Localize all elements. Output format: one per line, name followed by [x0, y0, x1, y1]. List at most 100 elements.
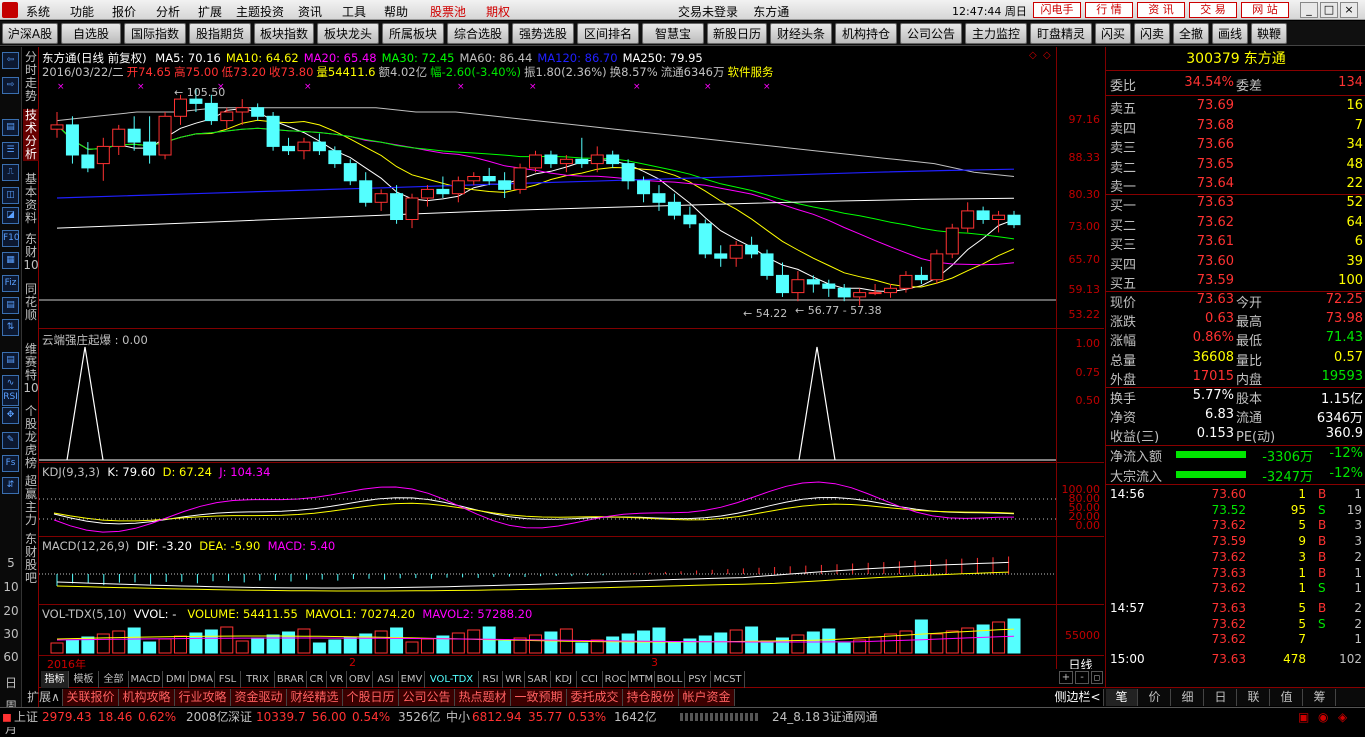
tool-icon[interactable]: ✥ [2, 407, 19, 424]
side-tab[interactable]: 东财10 [23, 233, 39, 272]
feature-tab[interactable]: 公司公告 [399, 689, 455, 706]
quote-tab[interactable]: 细 [1172, 689, 1204, 706]
ask-row[interactable]: 卖三 73.66 34 [1106, 137, 1365, 157]
feature-tab[interactable]: 一致预期 [511, 689, 567, 706]
top-button[interactable]: 交 易 [1189, 2, 1237, 18]
bid-row[interactable]: 买三 73.61 6 [1106, 234, 1365, 254]
side-tab[interactable]: 同花顺 [23, 283, 39, 322]
toolbar-button[interactable]: 自选股 [61, 23, 121, 44]
tool-icon[interactable]: ⇅ [2, 319, 19, 336]
side-tab[interactable]: 个股龙虎榜 [23, 405, 39, 470]
ask-row[interactable]: 卖五 73.69 16 [1106, 98, 1365, 118]
toolbar-button[interactable]: 全撤 [1173, 23, 1209, 44]
feature-tab[interactable]: 持仓股份 [623, 689, 679, 706]
toolbar-button[interactable]: 主力监控 [965, 23, 1027, 44]
period-shortcut[interactable]: 20 [2, 604, 20, 618]
tool-icon[interactable]: ▤ [2, 119, 19, 136]
quote-tab[interactable]: 联 [1238, 689, 1270, 706]
tool-icon[interactable]: ▦ [2, 252, 19, 269]
tool-icon[interactable]: ✎ [2, 432, 19, 449]
feature-tab[interactable]: 个股日历 [343, 689, 399, 706]
indicator-tab[interactable]: MCST [711, 671, 745, 688]
quote-tab[interactable]: 日 [1205, 689, 1237, 706]
feature-tab[interactable]: 扩展∧ [25, 689, 63, 706]
indicator-tab[interactable]: SAR [525, 671, 551, 688]
menu-item[interactable]: 系统 [26, 3, 50, 20]
tool-icon[interactable]: ◪ [2, 207, 19, 224]
tool-icon[interactable]: ⇵ [2, 477, 19, 494]
maximize-icon[interactable]: □ [1320, 2, 1338, 18]
menu-item[interactable]: 主题投资 [236, 3, 284, 20]
toolbar-button[interactable]: 智慧宝 [642, 23, 704, 44]
indicator-tab[interactable]: CR [307, 671, 327, 688]
tool-icon[interactable]: ⇦ [2, 52, 19, 69]
tray-icon[interactable]: ◈ [1338, 708, 1347, 727]
indicator-panel-1[interactable]: 云端强庄起爆 : 0.00 1.00 0.75 0.50 [39, 329, 1104, 463]
feature-tab[interactable]: 委托成交 [567, 689, 623, 706]
tool-icon[interactable]: RSI [2, 389, 19, 406]
toolbar-button[interactable]: 股指期货 [189, 23, 251, 44]
minimize-icon[interactable]: _ [1300, 2, 1318, 18]
menu-item-red[interactable]: 期权 [486, 3, 510, 20]
bid-row[interactable]: 买四 73.60 39 [1106, 254, 1365, 274]
indicator-tab[interactable]: PSY [685, 671, 711, 688]
toolbar-button[interactable]: 新股日历 [707, 23, 767, 44]
toolbar-button[interactable]: 盯盘精灵 [1030, 23, 1092, 44]
menu-item[interactable]: 扩展 [198, 3, 222, 20]
tray-icon[interactable]: ◉ [1318, 708, 1328, 727]
period-label[interactable]: 日线 [1056, 656, 1104, 672]
kline-panel[interactable]: × × × × × × × × × ← 105.50 ← 54.22 ← 56.77 - 57.38 … [39, 47, 1104, 329]
feature-tab[interactable]: 资金驱动 [231, 689, 287, 706]
close-icon[interactable]: × [1340, 2, 1358, 18]
indicator-tab[interactable]: BOLL [655, 671, 685, 688]
tool-icon[interactable]: ▤ [2, 352, 19, 369]
diamond-icon-2[interactable]: ◇ [1043, 50, 1051, 61]
menu-item[interactable]: 工具 [342, 3, 366, 20]
indicator-tab[interactable]: VOL-TDX [425, 671, 479, 688]
toolbar-button[interactable]: 强势选股 [512, 23, 574, 44]
feature-tab[interactable]: 关联报价 [63, 689, 119, 706]
feature-tab[interactable]: 热点题材 [455, 689, 511, 706]
indicator-tab[interactable]: WR [503, 671, 525, 688]
indicator-tab[interactable]: MTM [629, 671, 655, 688]
toolbar-button[interactable]: 闪卖 [1134, 23, 1170, 44]
feature-tab[interactable]: 机构攻略 [119, 689, 175, 706]
menu-item[interactable]: 资讯 [298, 3, 322, 20]
ask-row[interactable]: 卖四 73.68 7 [1106, 118, 1365, 138]
quote-tab[interactable]: 值 [1271, 689, 1303, 706]
feature-tab[interactable]: 财经精选 [287, 689, 343, 706]
side-tab[interactable]: 技术分析 [23, 109, 39, 161]
indicator-tab[interactable]: OBV [347, 671, 373, 688]
toolbar-button[interactable]: 国际指数 [124, 23, 186, 44]
tool-icon[interactable]: Fiz [2, 275, 19, 292]
side-tab[interactable]: 超赢主力 [23, 475, 39, 527]
indicator-tab[interactable]: CCI [577, 671, 603, 688]
period-shortcut[interactable]: 10 [2, 580, 20, 594]
toolbar-button[interactable]: 综合选股 [447, 23, 509, 44]
toolbar-button[interactable]: 区间排名 [577, 23, 639, 44]
tool-icon[interactable]: ▤ [2, 297, 19, 314]
menu-item-red[interactable]: 股票池 [430, 3, 466, 20]
indicator-tab[interactable]: ROC [603, 671, 629, 688]
indicator-tab[interactable]: VR [327, 671, 347, 688]
bid-row[interactable]: 买一 73.63 52 [1106, 195, 1365, 215]
toolbar-button[interactable]: 画线 [1212, 23, 1248, 44]
side-tab[interactable]: 基本资料 [23, 173, 39, 225]
side-tab[interactable]: 分时走势 [23, 51, 39, 103]
top-button[interactable]: 闪电手 [1033, 2, 1081, 18]
toolbar-button[interactable]: 鞅鞭 [1251, 23, 1287, 44]
toolbar-button[interactable]: 公司公告 [900, 23, 962, 44]
kline-chart[interactable]: × × × × × × × × ×← 105.50← 54.22 ← 56.77 - 57.38 [39, 47, 1056, 329]
indicator-tab[interactable]: 指标 [41, 671, 69, 688]
quote-tab[interactable]: 筹 [1304, 689, 1336, 706]
tray-icon[interactable]: ▣ [1298, 708, 1309, 727]
indicator-tab[interactable]: FSL [215, 671, 241, 688]
top-button[interactable]: 资 讯 [1137, 2, 1185, 18]
side-toggle[interactable]: 侧边栏< [1052, 689, 1104, 706]
menu-item[interactable]: 报价 [112, 3, 136, 20]
indicator-tab[interactable]: DMA [189, 671, 215, 688]
period-shortcut[interactable]: 60 [2, 650, 20, 664]
quote-tab[interactable]: 笔 [1106, 689, 1138, 706]
tool-icon[interactable]: ⎍ [2, 164, 19, 181]
diamond-icon[interactable]: ◇ [1029, 50, 1037, 61]
